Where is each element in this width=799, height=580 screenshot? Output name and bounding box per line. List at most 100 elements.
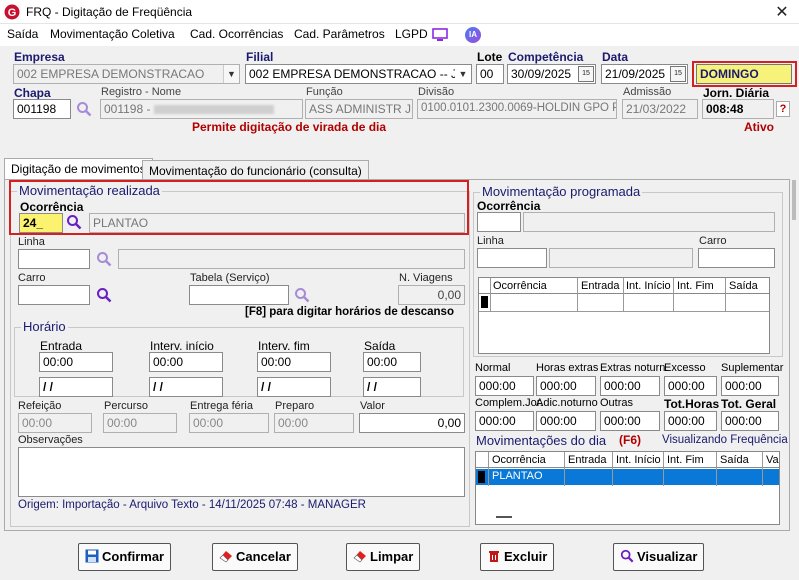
- registro-label: Registro - Nome: [101, 86, 182, 98]
- dia-row-ocorrencia: PLANTAO: [492, 470, 543, 482]
- chevron-down-icon[interactable]: ▼: [455, 65, 471, 83]
- saida-date-field[interactable]: / /: [363, 377, 421, 397]
- search-icon[interactable]: [76, 101, 92, 117]
- valor-field[interactable]: 0,00: [359, 413, 465, 433]
- linha-field[interactable]: [18, 249, 90, 269]
- competencia-field[interactable]: 30/09/2025 15: [507, 64, 596, 84]
- calendar-icon[interactable]: 15: [670, 66, 686, 82]
- registro-value: 001198 -: [104, 102, 154, 116]
- carro-label: Carro: [18, 272, 46, 284]
- totais-label-1: Adic.noturno: [536, 397, 598, 409]
- dia-col-int-inicio: Int. Início: [616, 454, 661, 466]
- chapa-field[interactable]: 001198: [13, 99, 71, 119]
- saida-field[interactable]: 00:00: [363, 352, 421, 372]
- admissao-field: 21/03/2022: [622, 99, 698, 119]
- f8-hint: [F8] para digitar horários de descanso: [245, 306, 454, 318]
- visualizar-button[interactable]: Visualizar: [613, 543, 705, 571]
- chevron-down-icon[interactable]: ▼: [223, 65, 239, 83]
- scrollbar[interactable]: [792, 180, 796, 220]
- filial-select[interactable]: 002 EMPRESA DEMONSTRACAO -- JUNC ▼: [245, 64, 472, 84]
- interv-inicio-field[interactable]: 00:00: [149, 352, 223, 372]
- preparo-label: Preparo: [275, 400, 315, 412]
- viagens-label: N. Viagens: [399, 272, 453, 284]
- close-icon[interactable]: ✕: [772, 2, 792, 22]
- lote-label: Lote: [477, 50, 503, 64]
- highlight-weekday: [692, 61, 797, 87]
- programada-linha-field[interactable]: [477, 248, 547, 268]
- calendar-icon[interactable]: 15: [578, 66, 594, 82]
- programada-title: Movimentação programada: [480, 184, 643, 199]
- interv-fim-date-field[interactable]: / /: [257, 377, 331, 397]
- dia-col-saida: Saída: [720, 454, 749, 466]
- dia-shortcut: (F6): [619, 433, 641, 447]
- tab-digitacao[interactable]: Digitação de movimentos: [4, 158, 153, 180]
- admissao-label: Admissão: [623, 86, 672, 98]
- scrollbar-thumb[interactable]: [496, 516, 512, 518]
- totais-label-2: Extras noturn.: [600, 362, 669, 374]
- totais-value-0: 000:00: [475, 411, 534, 431]
- tab-movimentacao-consulta[interactable]: Movimentação do funcionário (consulta): [142, 160, 369, 180]
- grid-col-saida: Saída: [729, 280, 758, 292]
- title-bar: G FRQ - Digitação de Freqüência ✕: [0, 0, 799, 24]
- menu-cad-ocorrencias[interactable]: Cad. Ocorrências: [190, 27, 283, 41]
- menu-lgpd[interactable]: LGPD: [395, 27, 428, 41]
- observacoes-label: Observações: [18, 434, 83, 446]
- grid-col-int-fim: Int. Fim: [677, 280, 714, 292]
- programada-ocorrencia-desc: [523, 212, 775, 232]
- search-icon[interactable]: [96, 287, 112, 303]
- dia-col-ocorrencia: Ocorrência: [492, 454, 546, 466]
- carro-field[interactable]: [18, 285, 90, 305]
- data-value: 21/09/2025: [605, 67, 666, 81]
- entrega-field: 00:00: [189, 413, 269, 433]
- empresa-select[interactable]: 002 EMPRESA DEMONSTRACAO ▼: [13, 64, 240, 84]
- programada-grid[interactable]: Ocorrência Entrada Int. Início Int. Fim …: [478, 277, 770, 354]
- lote-field[interactable]: 00: [476, 64, 504, 84]
- data-field[interactable]: 21/09/2025 15: [601, 64, 688, 84]
- totais-value-3: 000:00: [664, 376, 717, 396]
- saida-label: Saída: [364, 339, 396, 353]
- menu-saida[interactable]: Saída: [7, 27, 38, 41]
- entrada-date-field[interactable]: / /: [39, 377, 113, 397]
- programada-carro-field[interactable]: [698, 248, 775, 268]
- trash-icon: [489, 551, 499, 562]
- monitor-icon[interactable]: [432, 28, 448, 42]
- tabela-label: Tabela (Serviço): [190, 272, 270, 284]
- divisao-field: 0100.0101.2300.0069-HOLDIN GPO PIC: [417, 99, 617, 119]
- dia-row[interactable]: PLANTAO: [476, 469, 779, 485]
- confirmar-label: Confirmar: [102, 549, 165, 564]
- entrada-label: Entrada: [40, 339, 83, 353]
- search-icon[interactable]: [96, 251, 112, 267]
- totais-value-2: 000:00: [600, 376, 660, 396]
- confirmar-button[interactable]: Confirmar: [78, 543, 172, 571]
- app-logo-icon: G: [4, 4, 20, 20]
- filial-label: Filial: [246, 50, 274, 64]
- help-button[interactable]: ?: [776, 101, 790, 117]
- percurso-label: Percurso: [104, 400, 149, 412]
- totais-value-0: 000:00: [475, 376, 534, 396]
- funcao-label: Função: [306, 86, 343, 98]
- search-icon[interactable]: [294, 287, 310, 303]
- limpar-button[interactable]: Limpar: [346, 543, 421, 571]
- totais-label-2: Outras: [600, 397, 634, 409]
- menu-movimentacao-coletiva[interactable]: Movimentação Coletiva: [50, 27, 175, 41]
- interv-fim-field[interactable]: 00:00: [257, 352, 331, 372]
- cancelar-button[interactable]: Cancelar: [212, 543, 298, 571]
- totais-value-4: 000:00: [721, 411, 779, 431]
- empresa-label: Empresa: [14, 50, 65, 64]
- programada-ocorrencia-field[interactable]: [477, 212, 521, 232]
- excluir-button[interactable]: Excluir: [480, 543, 555, 571]
- entrada-field[interactable]: 00:00: [39, 352, 113, 372]
- ia-assistant-icon[interactable]: IA: [465, 27, 481, 43]
- search-icon: [620, 549, 634, 563]
- dia-grid[interactable]: Ocorrência Entrada Int. Início Int. Fim …: [475, 451, 780, 525]
- jornada-field: 008:48: [702, 99, 774, 119]
- tabela-field[interactable]: [189, 285, 289, 305]
- observacoes-field[interactable]: [18, 447, 465, 497]
- menu-cad-parametros[interactable]: Cad. Parâmetros: [294, 27, 385, 41]
- entrega-label: Entrega féria: [190, 400, 253, 412]
- row-pointer-icon: [481, 296, 488, 308]
- horario-title: Horário: [21, 319, 68, 334]
- programada-carro-label: Carro: [699, 235, 727, 247]
- interv-inicio-date-field[interactable]: / /: [149, 377, 223, 397]
- highlight-ocorrencia: [9, 180, 469, 235]
